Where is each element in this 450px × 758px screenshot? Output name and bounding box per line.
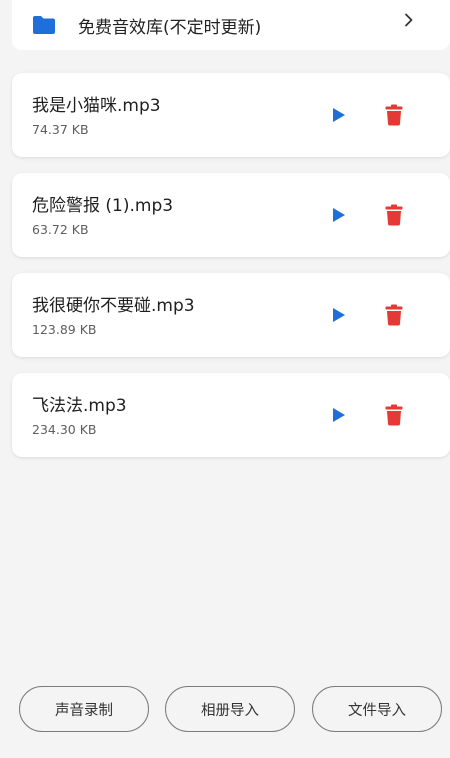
audio-file-name: 我很硬你不要碰.mp3	[32, 296, 195, 316]
play-icon[interactable]	[330, 405, 348, 425]
audio-file-size: 63.72 KB	[32, 222, 89, 237]
chevron-right-icon[interactable]	[402, 12, 416, 28]
folder-icon	[32, 15, 58, 35]
trash-icon[interactable]	[383, 103, 405, 127]
file-import-button[interactable]: 文件导入	[312, 686, 442, 732]
audio-file-item[interactable]: 我很硬你不要碰.mp3 123.89 KB	[12, 273, 450, 357]
trash-icon[interactable]	[383, 203, 405, 227]
audio-file-item[interactable]: 危险警报 (1).mp3 63.72 KB	[12, 173, 450, 257]
trash-icon[interactable]	[383, 303, 405, 327]
play-icon[interactable]	[330, 105, 348, 125]
play-icon[interactable]	[330, 205, 348, 225]
audio-file-name: 危险警报 (1).mp3	[32, 196, 174, 216]
audio-file-size: 123.89 KB	[32, 322, 97, 337]
audio-file-name: 我是小猫咪.mp3	[32, 96, 161, 116]
audio-file-name: 飞法法.mp3	[32, 396, 127, 416]
play-icon[interactable]	[330, 305, 348, 325]
album-import-button[interactable]: 相册导入	[165, 686, 295, 732]
sound-library-entry[interactable]: 免费音效库(不定时更新)	[12, 0, 450, 50]
sound-library-title: 免费音效库(不定时更新)	[78, 17, 262, 38]
audio-file-item[interactable]: 我是小猫咪.mp3 74.37 KB	[12, 73, 450, 157]
trash-icon[interactable]	[383, 403, 405, 427]
audio-file-item[interactable]: 飞法法.mp3 234.30 KB	[12, 373, 450, 457]
audio-file-size: 74.37 KB	[32, 122, 89, 137]
record-sound-button[interactable]: 声音录制	[19, 686, 149, 732]
audio-file-size: 234.30 KB	[32, 422, 97, 437]
